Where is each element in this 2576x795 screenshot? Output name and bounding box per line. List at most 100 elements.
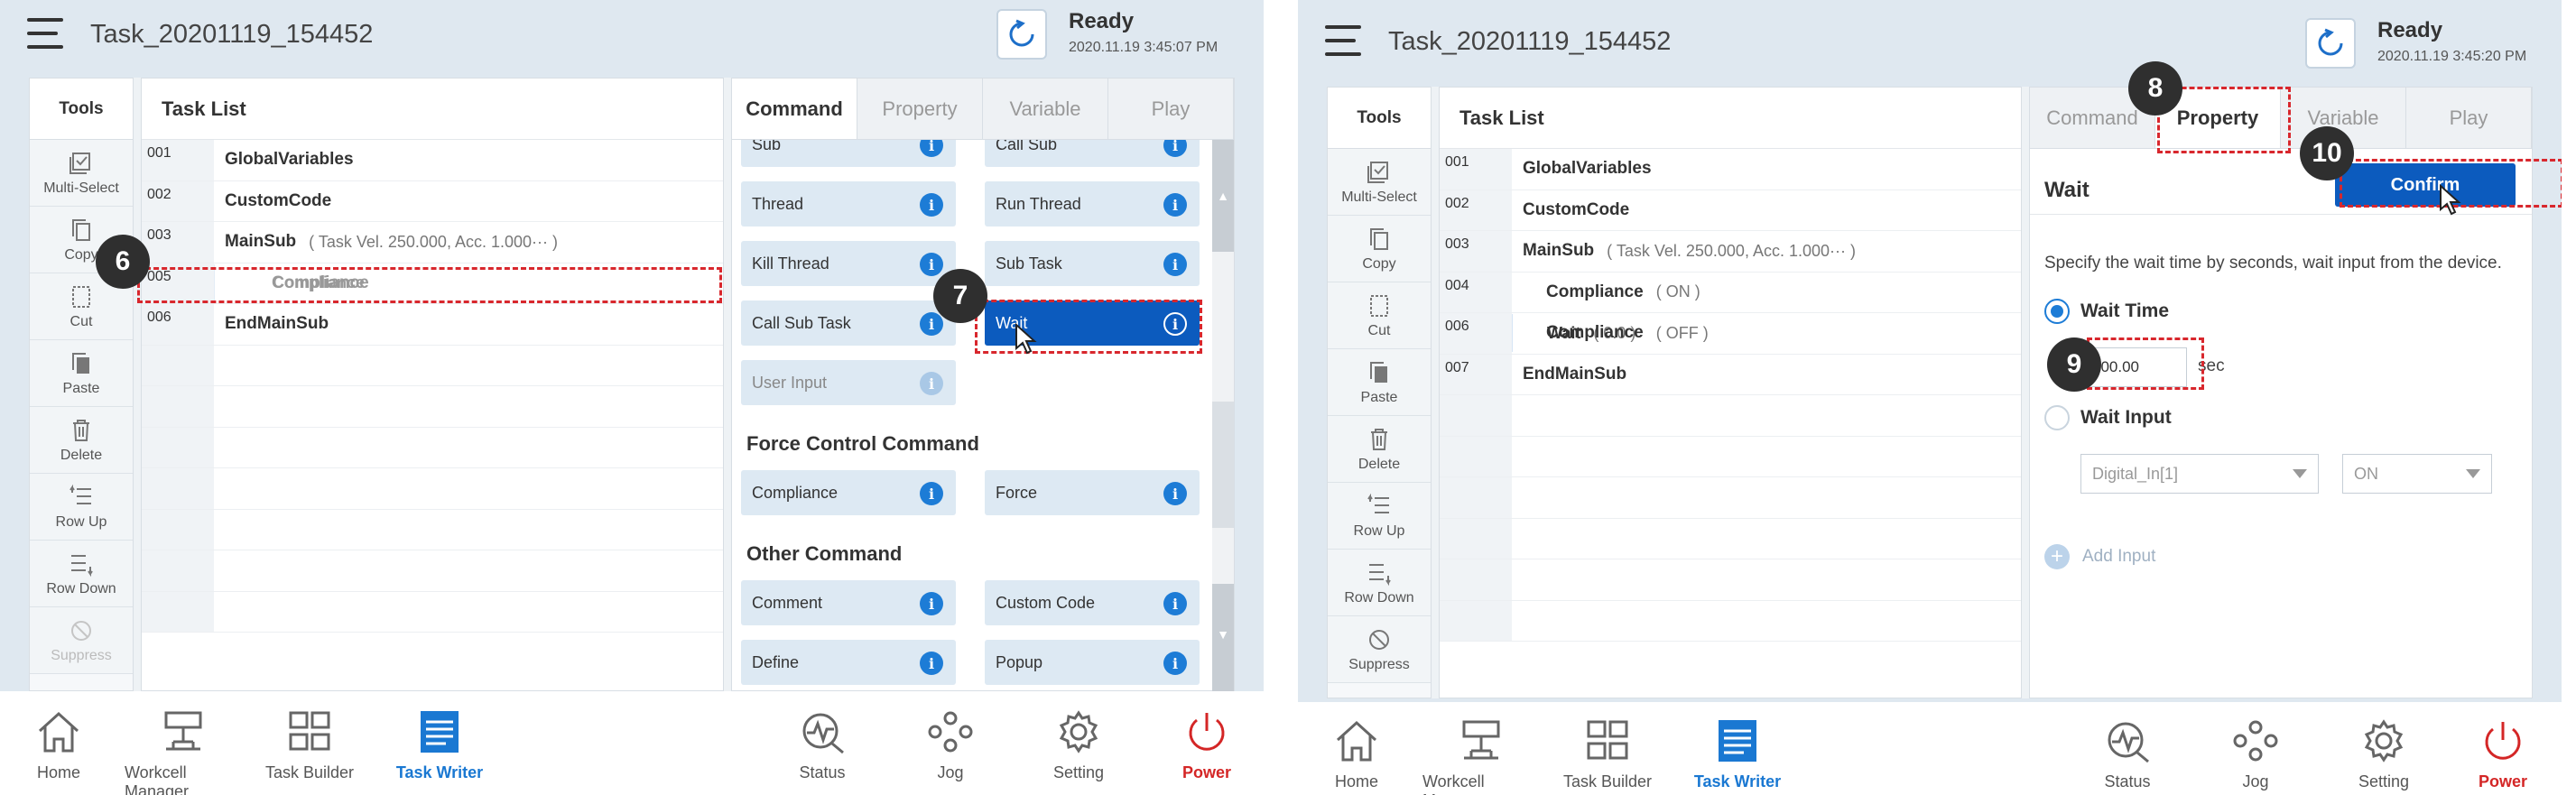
info-icon[interactable]: i <box>920 652 943 675</box>
info-icon[interactable]: i <box>920 193 943 217</box>
nav-jog[interactable]: Jog <box>2197 718 2314 791</box>
task-row[interactable]: 002 CustomCode <box>142 180 723 222</box>
cmd-kill-thread[interactable]: Kill Thread i <box>741 241 956 286</box>
workcell-manager-icon <box>1462 720 1500 760</box>
tool-delete[interactable]: Delete <box>1328 416 1431 483</box>
cmd-thread[interactable]: Thread i <box>741 181 956 226</box>
task-row[interactable]: 004 Compliance ( ON ) <box>1440 272 2021 313</box>
nav-home[interactable]: Home <box>0 709 117 782</box>
workcell-manager-icon <box>164 711 202 751</box>
tool-row-down[interactable]: Row Down <box>1328 550 1431 616</box>
tool-suppress[interactable]: Suppress <box>30 607 133 674</box>
state-select[interactable]: ON <box>2342 454 2492 494</box>
nav-power[interactable]: Power <box>2444 718 2562 791</box>
cmd-popup[interactable]: Popup i <box>985 640 1200 685</box>
nav-label: Home <box>1334 772 1378 790</box>
nav-status[interactable]: Status <box>764 709 881 782</box>
copy-icon <box>1370 227 1388 250</box>
jog-icon <box>2233 720 2278 762</box>
row-command: CustomCode <box>225 190 332 210</box>
cmd-force[interactable]: Force i <box>985 470 1200 515</box>
cmd-call-sub[interactable]: Call Sub i <box>985 140 1200 167</box>
add-input-button[interactable]: + Add Input <box>2044 544 2155 569</box>
cmd-comment[interactable]: Comment i <box>741 580 956 625</box>
tool-multi-select[interactable]: Multi-Select <box>30 140 133 207</box>
task-row[interactable]: 003 MainSub ( Task Vel. 250.000, Acc. 1.00… <box>142 222 723 263</box>
tab-variable[interactable]: Variable <box>983 79 1108 139</box>
nav-home[interactable]: Home <box>1298 718 1415 791</box>
nav-task-writer[interactable]: Task Writer <box>381 709 498 782</box>
menu-icon[interactable] <box>27 18 67 51</box>
cmd-compliance[interactable]: Compliance i <box>741 470 956 515</box>
suppress-icon <box>71 620 91 641</box>
tool-row-up[interactable]: Row Up <box>1328 483 1431 550</box>
info-icon[interactable]: i <box>920 253 943 276</box>
cmd-sub-task[interactable]: Sub Task i <box>985 241 1200 286</box>
status-timestamp: 2020.11.19 3:45:07 PM <box>1069 40 1219 55</box>
refresh-button[interactable] <box>2305 18 2356 69</box>
info-icon[interactable]: i <box>1163 253 1187 276</box>
cmd-run-thread[interactable]: Run Thread i <box>985 181 1200 226</box>
info-icon[interactable]: i <box>920 312 943 336</box>
task-row[interactable]: 007 EndMainSub <box>1440 354 2021 395</box>
nav-setting[interactable]: Setting <box>2325 718 2442 791</box>
nav-task-builder[interactable]: Task Builder <box>251 709 368 782</box>
info-icon[interactable]: i <box>1163 652 1187 675</box>
scroll-down-icon[interactable]: ▼ <box>1212 627 1234 642</box>
tool-row-down[interactable]: Row Down <box>30 541 133 607</box>
nav-power[interactable]: Power <box>1148 709 1264 782</box>
nav-label: Status <box>799 763 846 781</box>
tool-multi-select[interactable]: Multi-Select <box>1328 149 1431 216</box>
tool-paste[interactable]: Paste <box>30 340 133 407</box>
nav-workcell-manager[interactable]: Workcell Manager <box>125 709 242 795</box>
cmd-custom-code[interactable]: Custom Code i <box>985 580 1200 625</box>
info-icon[interactable]: i <box>1163 592 1187 615</box>
tools-title: Tools <box>1328 88 1431 149</box>
task-row[interactable]: 001 GlobalVariables <box>1440 149 2021 190</box>
nav-label: Status <box>2104 772 2151 790</box>
wait-time-radio[interactable] <box>2044 299 2070 324</box>
step-badge-6: 6 <box>96 235 150 289</box>
cmd-call-sub-task[interactable]: Call Sub Task i <box>741 300 956 346</box>
nav-status[interactable]: Status <box>2069 718 2186 791</box>
delete-icon <box>1371 428 1387 450</box>
row-number: 002 <box>142 180 214 221</box>
cmd-sub[interactable]: Sub i <box>741 140 956 167</box>
task-row[interactable]: 006 EndMainSub <box>142 304 723 346</box>
tool-row-up[interactable]: Row Up <box>30 474 133 541</box>
tool-cut[interactable]: Cut <box>1328 282 1431 349</box>
scroll-up-icon[interactable]: ▲ <box>1212 189 1234 203</box>
info-icon[interactable]: i <box>1163 482 1187 505</box>
menu-icon[interactable] <box>1325 18 1365 56</box>
wait-input-radio[interactable] <box>2044 405 2070 430</box>
tool-copy[interactable]: Copy <box>1328 216 1431 282</box>
tab-command[interactable]: Command <box>732 79 857 139</box>
tool-paste[interactable]: Paste <box>1328 349 1431 416</box>
nav-task-builder[interactable]: Task Builder <box>1549 718 1666 791</box>
info-icon[interactable]: i <box>1163 193 1187 217</box>
nav-jog[interactable]: Jog <box>892 709 1009 782</box>
info-icon[interactable]: i <box>1163 140 1187 157</box>
info-icon[interactable]: i <box>920 482 943 505</box>
scrollbar[interactable]: ▲ ▼ <box>1212 140 1234 692</box>
info-icon[interactable]: i <box>920 372 943 395</box>
tab-property[interactable]: Property <box>857 79 983 139</box>
nav-setting[interactable]: Setting <box>1020 709 1137 782</box>
info-icon[interactable]: i <box>920 592 943 615</box>
cmd-define[interactable]: Define i <box>741 640 956 685</box>
nav-workcell-manager[interactable]: Workcell Manager <box>1422 718 1540 795</box>
tool-delete[interactable]: Delete <box>30 407 133 474</box>
info-icon[interactable]: i <box>920 140 943 157</box>
tab-play[interactable]: Play <box>2406 88 2532 148</box>
input-select[interactable]: Digital_In[1] <box>2080 454 2319 494</box>
task-row[interactable]: 002 CustomCode <box>1440 190 2021 231</box>
cmd-user-input[interactable]: User Input i <box>741 360 956 405</box>
input-select-value: Digital_In[1] <box>2092 464 2179 483</box>
refresh-button[interactable] <box>996 9 1047 60</box>
task-row[interactable]: 003 MainSub ( Task Vel. 250.000, Acc. 1.00… <box>1440 231 2021 273</box>
tool-suppress[interactable]: Suppress <box>1328 616 1431 683</box>
tab-play[interactable]: Play <box>1108 79 1234 139</box>
task-row[interactable]: 001 GlobalVariables <box>142 140 723 181</box>
nav-task-writer[interactable]: Task Writer <box>1679 718 1796 791</box>
task-row[interactable]: 006 Compliance ( OFF ) <box>1440 313 2021 355</box>
